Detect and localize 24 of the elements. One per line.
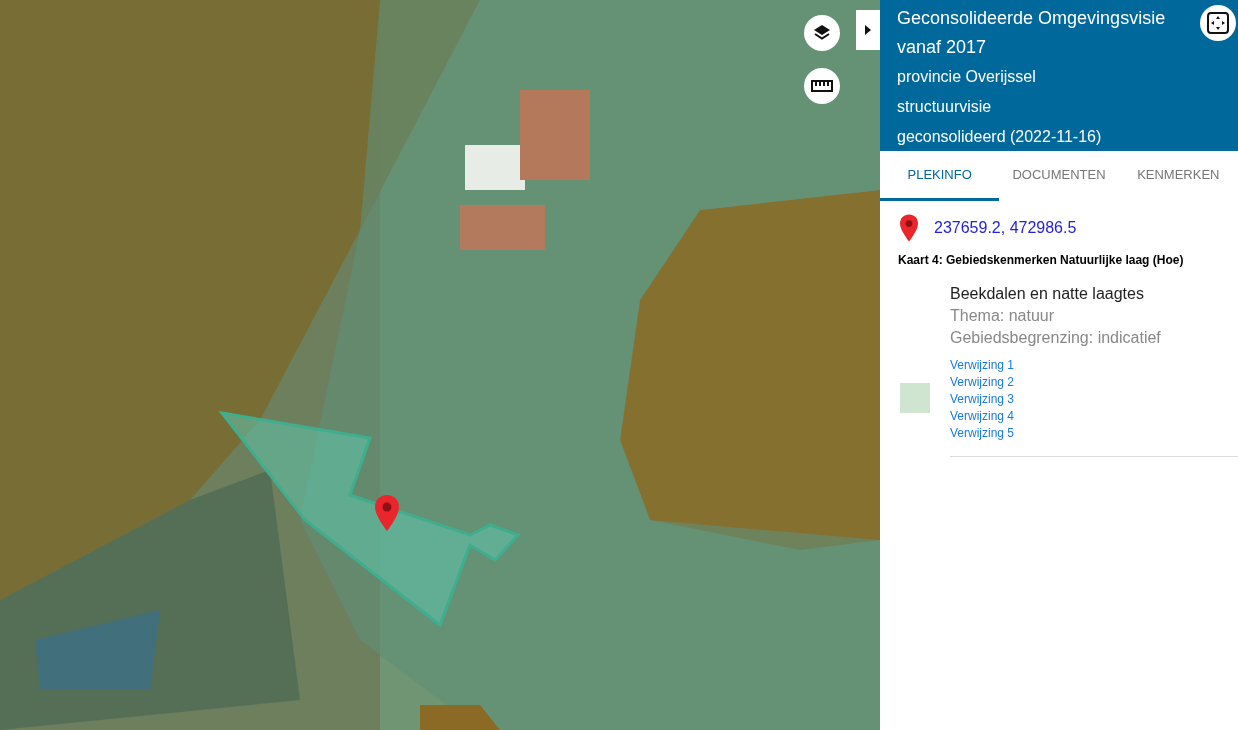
reference-link[interactable]: Verwijzing 3 (950, 391, 1015, 408)
plan-title: Geconsolideerde Omgevingsvisie vanaf 2017 (897, 7, 1167, 59)
tab[interactable]: DOCUMENTEN (999, 151, 1119, 201)
tab[interactable]: KENMERKEN (1118, 151, 1238, 201)
reference-link[interactable]: Verwijzing 4 (950, 408, 1015, 425)
ruler-icon (811, 80, 833, 92)
panel-toggle-button[interactable] (856, 10, 880, 50)
map-pin-icon (900, 213, 918, 243)
feature-detail: Thema: natuur (950, 306, 1056, 326)
tab[interactable]: PLEKINFO (880, 151, 1000, 201)
reference-link[interactable]: Verwijzing 5 (950, 425, 1015, 442)
header-line: structuurvisie (897, 97, 993, 117)
feature-name: Beekdalen en natte laagtes (950, 284, 1145, 304)
coordinates-text: 237659.2, 472986.5 (934, 218, 1077, 238)
header-line: geconsolideerd (2022-11-16) (897, 127, 1103, 147)
map-pin-icon (375, 495, 399, 531)
fullscreen-button[interactable] (1200, 5, 1236, 41)
reference-link[interactable]: Verwijzing 1 (950, 357, 1015, 374)
reference-link[interactable]: Verwijzing 2 (950, 374, 1015, 391)
feature-detail: Gebiedsbegrenzing: indicatief (950, 328, 1162, 348)
layer-title: Kaart 4: Gebiedskenmerken Natuurlijke laag (Hoe) (897, 252, 1185, 269)
header-line: provincie Overijssel (897, 67, 1037, 87)
caret-icon (865, 25, 871, 35)
move-arrows-icon (1207, 12, 1229, 34)
